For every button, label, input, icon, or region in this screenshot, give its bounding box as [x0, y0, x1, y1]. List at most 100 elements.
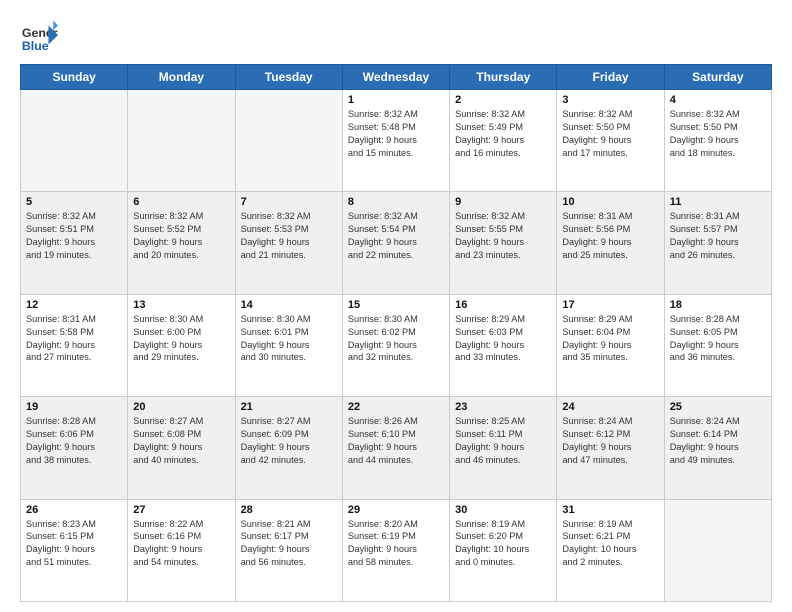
- day-info: Sunrise: 8:29 AM Sunset: 6:03 PM Dayligh…: [455, 313, 551, 365]
- day-info: Sunrise: 8:31 AM Sunset: 5:56 PM Dayligh…: [562, 210, 658, 262]
- day-number: 27: [133, 504, 229, 516]
- day-info: Sunrise: 8:31 AM Sunset: 5:58 PM Dayligh…: [26, 313, 122, 365]
- day-info: Sunrise: 8:32 AM Sunset: 5:55 PM Dayligh…: [455, 210, 551, 262]
- day-info: Sunrise: 8:22 AM Sunset: 6:16 PM Dayligh…: [133, 518, 229, 570]
- week-row-4: 26Sunrise: 8:23 AM Sunset: 6:15 PM Dayli…: [21, 499, 772, 601]
- day-number: 28: [241, 504, 337, 516]
- day-number: 19: [26, 401, 122, 413]
- day-info: Sunrise: 8:31 AM Sunset: 5:57 PM Dayligh…: [670, 210, 766, 262]
- week-row-0: 1 Sunrise: 8:32 AM Sunset: 5:48 PM Daylig…: [21, 90, 772, 192]
- day-number: 15: [348, 299, 444, 311]
- day-info: Sunrise: 8:32 AM Sunset: 5:53 PM Dayligh…: [241, 210, 337, 262]
- day-number: 6: [133, 196, 229, 208]
- calendar-cell: 21 Sunrise: 8:27 AM Sunset: 6:09 PM Dayli…: [235, 397, 342, 499]
- day-number: 10: [562, 196, 658, 208]
- day-info: Sunrise: 8:20 AM Sunset: 6:19 PM Dayligh…: [348, 518, 444, 570]
- calendar-table: SundayMondayTuesdayWednesdayThursdayFrid…: [20, 64, 772, 602]
- day-info: Sunrise: 8:30 AM Sunset: 6:01 PM Dayligh…: [241, 313, 337, 365]
- day-number: 2: [455, 94, 551, 106]
- day-info: Sunrise: 8:30 AM Sunset: 6:02 PM Dayligh…: [348, 313, 444, 365]
- calendar-cell: 20 Sunrise: 8:27 AM Sunset: 6:08 PM Dayli…: [128, 397, 235, 499]
- calendar-cell: 11 Sunrise: 8:31 AM Sunset: 5:57 PM Dayli…: [664, 192, 771, 294]
- weekday-header-sunday: Sunday: [21, 65, 128, 90]
- calendar-cell: 7 Sunrise: 8:32 AM Sunset: 5:53 PM Daylig…: [235, 192, 342, 294]
- calendar-cell: 15 Sunrise: 8:30 AM Sunset: 6:02 PM Dayli…: [342, 294, 449, 396]
- day-number: 31: [562, 504, 658, 516]
- weekday-header-saturday: Saturday: [664, 65, 771, 90]
- day-info: Sunrise: 8:28 AM Sunset: 6:05 PM Dayligh…: [670, 313, 766, 365]
- calendar-cell: 17 Sunrise: 8:29 AM Sunset: 6:04 PM Dayli…: [557, 294, 664, 396]
- calendar-cell: 29Sunrise: 8:20 AM Sunset: 6:19 PM Dayli…: [342, 499, 449, 601]
- day-info: Sunrise: 8:30 AM Sunset: 6:00 PM Dayligh…: [133, 313, 229, 365]
- day-number: 17: [562, 299, 658, 311]
- calendar-cell: 16Sunrise: 8:29 AM Sunset: 6:03 PM Dayli…: [450, 294, 557, 396]
- day-info: Sunrise: 8:19 AM Sunset: 6:20 PM Dayligh…: [455, 518, 551, 570]
- calendar-cell: 9 Sunrise: 8:32 AM Sunset: 5:55 PM Daylig…: [450, 192, 557, 294]
- day-info: Sunrise: 8:32 AM Sunset: 5:48 PM Dayligh…: [348, 108, 444, 160]
- day-number: 13: [133, 299, 229, 311]
- day-info: Sunrise: 8:29 AM Sunset: 6:04 PM Dayligh…: [562, 313, 658, 365]
- day-info: Sunrise: 8:21 AM Sunset: 6:17 PM Dayligh…: [241, 518, 337, 570]
- calendar-cell: 8 Sunrise: 8:32 AM Sunset: 5:54 PM Daylig…: [342, 192, 449, 294]
- day-info: Sunrise: 8:32 AM Sunset: 5:50 PM Dayligh…: [562, 108, 658, 160]
- calendar-cell: 22 Sunrise: 8:26 AM Sunset: 6:10 PM Dayli…: [342, 397, 449, 499]
- day-number: 9: [455, 196, 551, 208]
- day-number: 7: [241, 196, 337, 208]
- day-number: 22: [348, 401, 444, 413]
- day-number: 5: [26, 196, 122, 208]
- calendar-cell: 4 Sunrise: 8:32 AM Sunset: 5:50 PM Daylig…: [664, 90, 771, 192]
- day-number: 20: [133, 401, 229, 413]
- calendar-cell: 28 Sunrise: 8:21 AM Sunset: 6:17 PM Dayli…: [235, 499, 342, 601]
- calendar-cell: 12 Sunrise: 8:31 AM Sunset: 5:58 PM Dayli…: [21, 294, 128, 396]
- calendar-cell: 14 Sunrise: 8:30 AM Sunset: 6:01 PM Dayli…: [235, 294, 342, 396]
- calendar-cell: [664, 499, 771, 601]
- calendar-cell: 18 Sunrise: 8:28 AM Sunset: 6:05 PM Dayli…: [664, 294, 771, 396]
- calendar-cell: 3 Sunrise: 8:32 AM Sunset: 5:50 PM Daylig…: [557, 90, 664, 192]
- calendar-cell: [235, 90, 342, 192]
- day-info: Sunrise: 8:27 AM Sunset: 6:08 PM Dayligh…: [133, 415, 229, 467]
- day-info: Sunrise: 8:24 AM Sunset: 6:12 PM Dayligh…: [562, 415, 658, 467]
- logo: General Blue: [20, 16, 64, 54]
- day-info: Sunrise: 8:24 AM Sunset: 6:14 PM Dayligh…: [670, 415, 766, 467]
- calendar-cell: 23Sunrise: 8:25 AM Sunset: 6:11 PM Dayli…: [450, 397, 557, 499]
- day-info: Sunrise: 8:32 AM Sunset: 5:52 PM Dayligh…: [133, 210, 229, 262]
- calendar-cell: 26Sunrise: 8:23 AM Sunset: 6:15 PM Dayli…: [21, 499, 128, 601]
- calendar-cell: 27 Sunrise: 8:22 AM Sunset: 6:16 PM Dayli…: [128, 499, 235, 601]
- weekday-header-friday: Friday: [557, 65, 664, 90]
- day-info: Sunrise: 8:25 AM Sunset: 6:11 PM Dayligh…: [455, 415, 551, 467]
- day-info: Sunrise: 8:27 AM Sunset: 6:09 PM Dayligh…: [241, 415, 337, 467]
- day-number: 24: [562, 401, 658, 413]
- day-info: Sunrise: 8:26 AM Sunset: 6:10 PM Dayligh…: [348, 415, 444, 467]
- weekday-header-monday: Monday: [128, 65, 235, 90]
- calendar-cell: 13 Sunrise: 8:30 AM Sunset: 6:00 PM Dayli…: [128, 294, 235, 396]
- calendar-cell: [21, 90, 128, 192]
- weekday-header-row: SundayMondayTuesdayWednesdayThursdayFrid…: [21, 65, 772, 90]
- day-number: 4: [670, 94, 766, 106]
- day-number: 11: [670, 196, 766, 208]
- day-number: 12: [26, 299, 122, 311]
- day-number: 18: [670, 299, 766, 311]
- day-number: 25: [670, 401, 766, 413]
- svg-text:Blue: Blue: [22, 39, 49, 53]
- day-number: 21: [241, 401, 337, 413]
- calendar-cell: 19 Sunrise: 8:28 AM Sunset: 6:06 PM Dayli…: [21, 397, 128, 499]
- week-row-2: 12 Sunrise: 8:31 AM Sunset: 5:58 PM Dayli…: [21, 294, 772, 396]
- day-info: Sunrise: 8:23 AM Sunset: 6:15 PM Dayligh…: [26, 518, 122, 570]
- day-info: Sunrise: 8:32 AM Sunset: 5:51 PM Dayligh…: [26, 210, 122, 262]
- day-number: 3: [562, 94, 658, 106]
- day-info: Sunrise: 8:32 AM Sunset: 5:50 PM Dayligh…: [670, 108, 766, 160]
- day-info: Sunrise: 8:32 AM Sunset: 5:49 PM Dayligh…: [455, 108, 551, 160]
- calendar-cell: 5 Sunrise: 8:32 AM Sunset: 5:51 PM Daylig…: [21, 192, 128, 294]
- weekday-header-wednesday: Wednesday: [342, 65, 449, 90]
- calendar-cell: 24 Sunrise: 8:24 AM Sunset: 6:12 PM Dayli…: [557, 397, 664, 499]
- page: General Blue SundayMondayTuesdayWednesda…: [0, 0, 792, 612]
- day-number: 8: [348, 196, 444, 208]
- calendar-cell: 2 Sunrise: 8:32 AM Sunset: 5:49 PM Daylig…: [450, 90, 557, 192]
- logo-icon: General Blue: [20, 16, 58, 54]
- calendar-cell: 25 Sunrise: 8:24 AM Sunset: 6:14 PM Dayli…: [664, 397, 771, 499]
- day-info: Sunrise: 8:32 AM Sunset: 5:54 PM Dayligh…: [348, 210, 444, 262]
- day-number: 14: [241, 299, 337, 311]
- day-info: Sunrise: 8:28 AM Sunset: 6:06 PM Dayligh…: [26, 415, 122, 467]
- day-number: 1: [348, 94, 444, 106]
- day-number: 30: [455, 504, 551, 516]
